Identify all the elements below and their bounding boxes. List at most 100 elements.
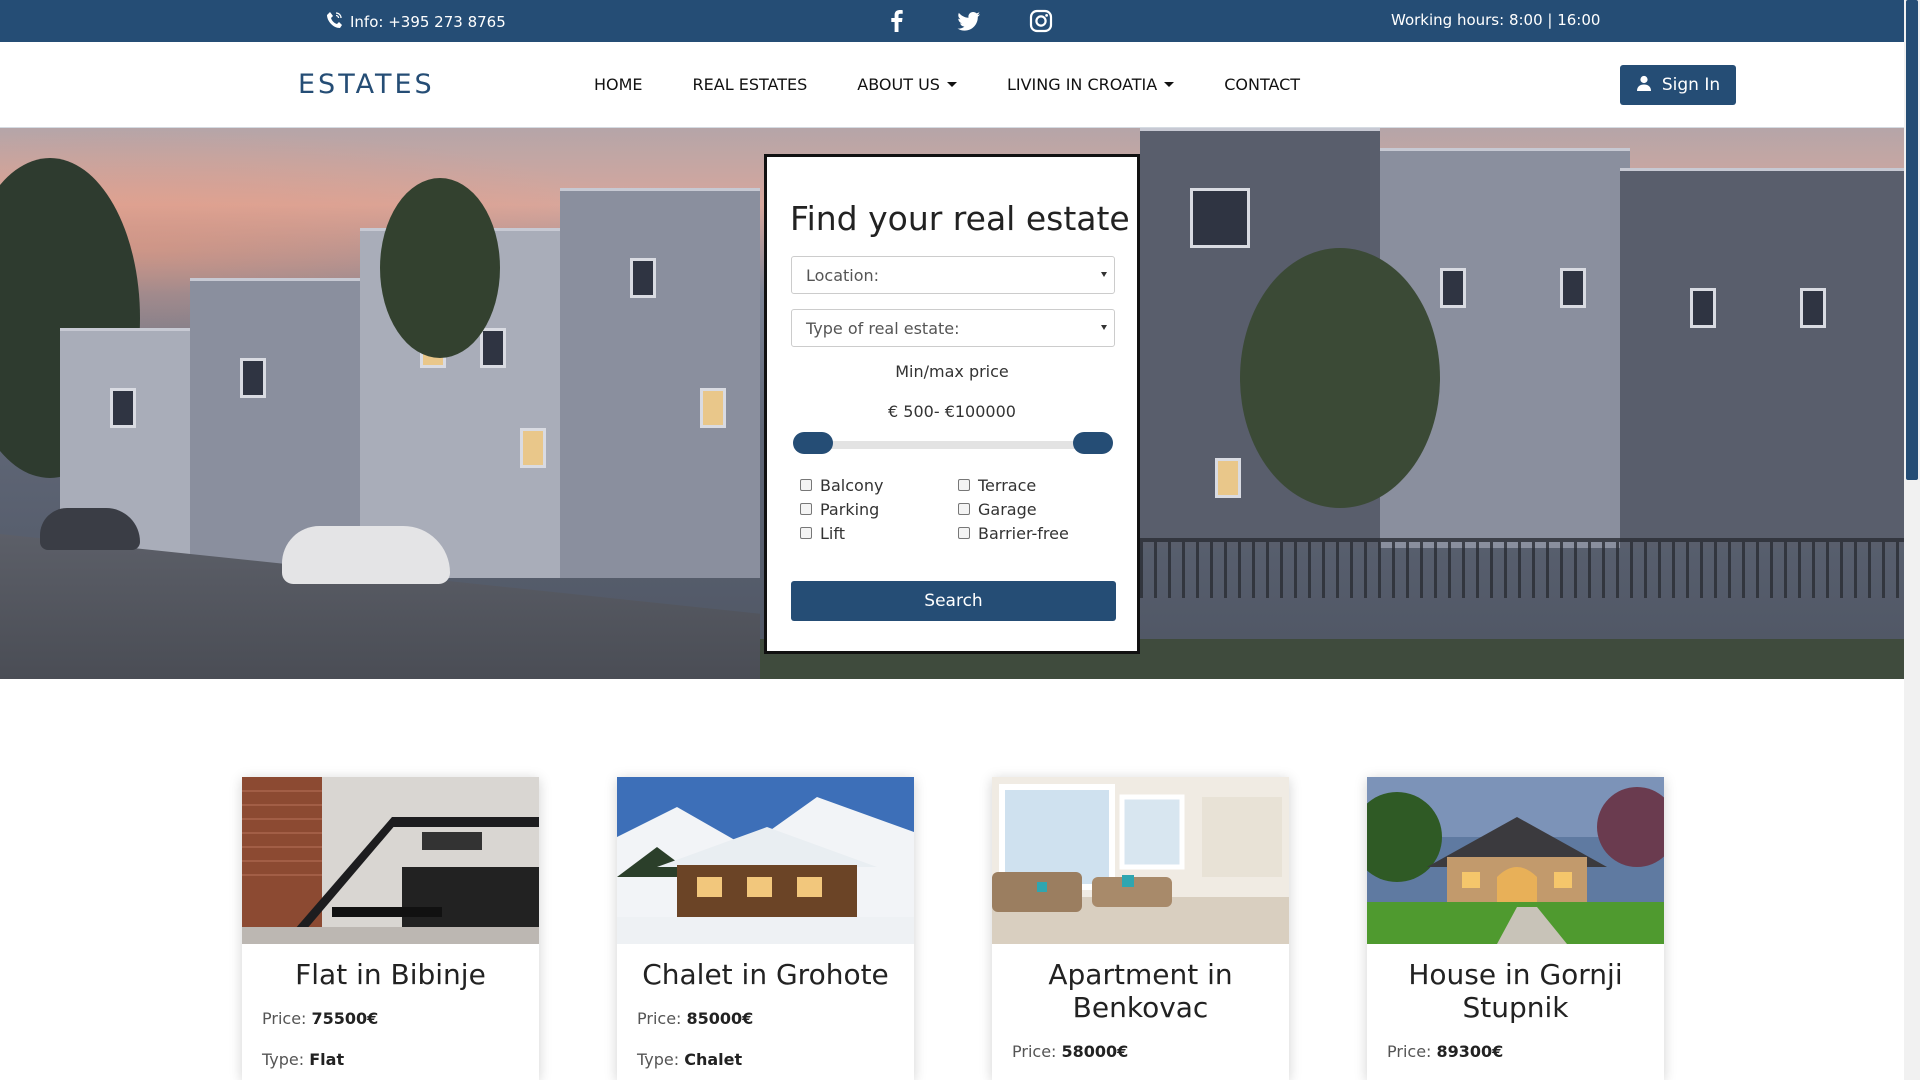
feature-checkbox-terrace[interactable]: Terrace (958, 475, 1088, 495)
listing-photo[interactable] (617, 777, 914, 944)
hero-car (282, 526, 450, 584)
hero-building (1620, 168, 1904, 548)
search-title: Find your real estate (790, 199, 1130, 238)
checkbox-icon[interactable] (800, 479, 812, 491)
listing-photo[interactable] (1367, 777, 1664, 944)
price-label: Price: (1012, 1042, 1057, 1061)
hero-car (40, 508, 140, 550)
nav-item-label: REAL ESTATES (692, 75, 808, 94)
listing-card[interactable]: Apartment in Benkovac Price: 58000€ (992, 777, 1289, 1080)
type-value: Chalet (684, 1050, 743, 1069)
nav-item-real-estates[interactable]: REAL ESTATES (693, 75, 808, 94)
type-label: Type: (637, 1050, 680, 1069)
location-select-value: Location: (806, 266, 880, 285)
listing-type: Type: Flat (262, 1050, 344, 1069)
caret-down-icon (946, 82, 957, 87)
location-select[interactable]: Location: (791, 256, 1115, 294)
nav-item-label: ABOUT US (857, 75, 940, 94)
sign-in-label: Sign In (1661, 75, 1721, 95)
price-slider-track[interactable] (803, 441, 1103, 449)
hero-window (110, 388, 136, 428)
feature-checkbox-balcony[interactable]: Balcony (800, 475, 958, 495)
social-links (884, 8, 1054, 34)
listing-price: Price: 75500€ (262, 1009, 378, 1028)
listing-photo[interactable] (242, 777, 539, 944)
page-scrollbar[interactable] (1904, 0, 1920, 1080)
dropdown-arrow-icon (1101, 272, 1107, 277)
hero-window (240, 358, 266, 398)
working-hours: Working hours: 8:00 | 16:00 (1391, 11, 1601, 29)
price-label: Price: (262, 1009, 307, 1028)
instagram-icon[interactable] (1028, 8, 1054, 34)
hero-window (480, 328, 506, 368)
scrollbar-thumb[interactable] (1906, 0, 1918, 480)
listing-title[interactable]: Flat in Bibinje (242, 958, 539, 991)
hero-window (700, 388, 726, 428)
hero-tree (380, 178, 500, 358)
listing-title[interactable]: Chalet in Grohote (617, 958, 914, 991)
price-slider-max-handle[interactable] (1073, 432, 1113, 454)
price-range-value: € 500- €100000 (888, 402, 1016, 421)
checkbox-icon[interactable] (958, 503, 970, 515)
type-select[interactable]: Type of real estate: (791, 309, 1115, 347)
feature-label: Lift (820, 523, 845, 543)
checkbox-icon[interactable] (958, 527, 970, 539)
hero-window (630, 258, 656, 298)
price-label: Price: (637, 1009, 682, 1028)
price-value: 75500€ (311, 1009, 379, 1028)
twitter-icon[interactable] (956, 8, 982, 34)
listing-title[interactable]: Apartment in Benkovac (992, 958, 1289, 1024)
checkbox-icon[interactable] (800, 527, 812, 539)
listing-price: Price: 85000€ (637, 1009, 753, 1028)
user-icon (1636, 75, 1652, 96)
nav-item-label: HOME (594, 75, 643, 94)
search-panel: Find your real estate Location: Type of … (764, 154, 1140, 654)
feature-label: Garage (978, 499, 1037, 519)
feature-checkbox-lift[interactable]: Lift (800, 523, 958, 543)
contact-info: Info: +395 273 8765 (326, 11, 506, 33)
price-value: 89300€ (1436, 1042, 1504, 1061)
type-label: Type: (262, 1050, 305, 1069)
nav-item-about-us[interactable]: ABOUT US (857, 75, 957, 94)
price-value: 85000€ (686, 1009, 754, 1028)
feature-label: Terrace (978, 475, 1037, 495)
listing-card[interactable]: House in Gornji Stupnik Price: 89300€ (1367, 777, 1664, 1080)
facebook-icon[interactable] (884, 8, 910, 34)
checkbox-icon[interactable] (800, 503, 812, 515)
listing-title[interactable]: House in Gornji Stupnik (1367, 958, 1664, 1024)
feature-checkbox-garage[interactable]: Garage (958, 499, 1088, 519)
hero-fence (1140, 538, 1904, 598)
hero-window (1690, 288, 1716, 328)
listing-type: Type: Chalet (637, 1050, 742, 1069)
main-nav: HOME REAL ESTATES ABOUT US LIVING IN CRO… (594, 75, 1300, 94)
price-slider-min-handle[interactable] (793, 432, 833, 454)
caret-down-icon (1164, 82, 1175, 87)
search-button[interactable]: Search (791, 581, 1116, 621)
listing-photo[interactable] (992, 777, 1289, 944)
listing-card[interactable]: Chalet in Grohote Price: 85000€ Type: Ch… (617, 777, 914, 1080)
hero-window (520, 428, 546, 468)
feature-checkbox-barrier-free[interactable]: Barrier-free (958, 523, 1088, 543)
sign-in-button[interactable]: Sign In (1620, 65, 1736, 105)
feature-checkboxes: Balcony Terrace Parking Garage Lift Barr… (800, 475, 1088, 543)
hero-window (1190, 188, 1250, 248)
checkbox-icon[interactable] (958, 479, 970, 491)
brand-logo[interactable]: ESTATES (298, 69, 435, 100)
listing-price: Price: 89300€ (1387, 1042, 1503, 1061)
listing-price: Price: 58000€ (1012, 1042, 1128, 1061)
feature-label: Balcony (820, 475, 884, 495)
price-label: Price: (1387, 1042, 1432, 1061)
nav-item-home[interactable]: HOME (594, 75, 643, 94)
nav-item-contact[interactable]: CONTACT (1224, 75, 1300, 94)
feature-label: Parking (820, 499, 880, 519)
nav-item-label: LIVING IN CROATIA (1006, 75, 1158, 94)
listing-card[interactable]: Flat in Bibinje Price: 75500€ Type: Flat (242, 777, 539, 1080)
hero-window (1800, 288, 1826, 328)
contact-info-text: Info: +395 273 8765 (350, 13, 506, 31)
main-navbar: ESTATES HOME REAL ESTATES ABOUT US LIVIN… (0, 42, 1904, 128)
feature-checkbox-parking[interactable]: Parking (800, 499, 958, 519)
nav-item-living-in-croatia[interactable]: LIVING IN CROATIA (1006, 75, 1175, 94)
feature-label: Barrier-free (978, 523, 1069, 543)
dropdown-arrow-icon (1101, 325, 1107, 330)
price-value: 58000€ (1061, 1042, 1129, 1061)
